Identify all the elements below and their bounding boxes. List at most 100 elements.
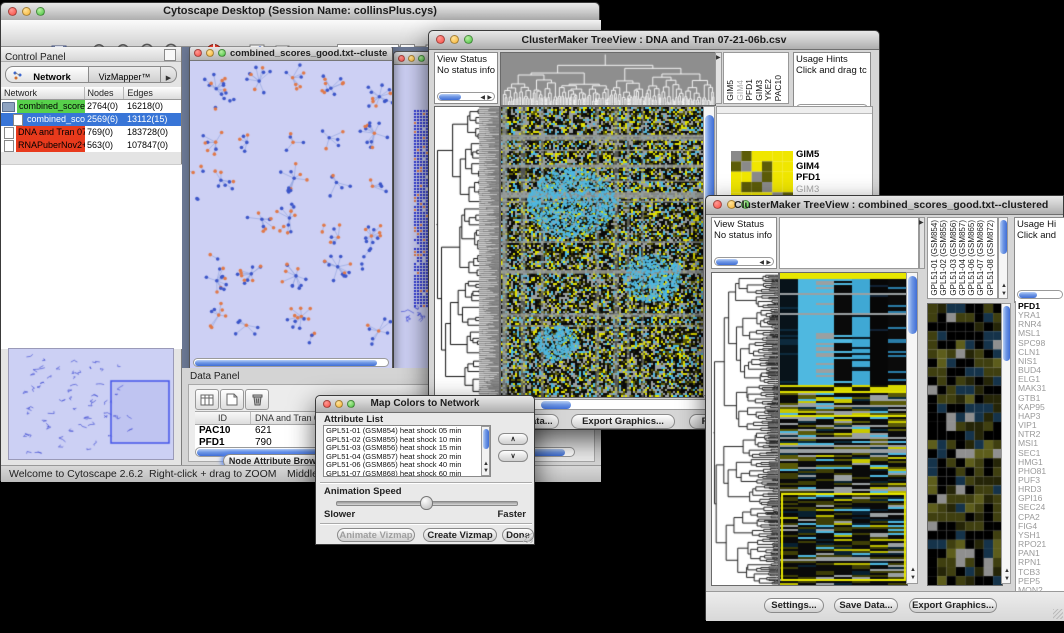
treeview2-splitter-strip[interactable]: ▶ xyxy=(919,217,925,269)
scroll-left-icon[interactable]: ◀ xyxy=(759,260,764,266)
treeview1-splitter-strip[interactable]: ▶ xyxy=(715,52,722,104)
create-vizmap-button[interactable]: Create Vizmap xyxy=(423,528,497,542)
treeview2-view-status: View Status No status info ◀ ▶ xyxy=(711,217,777,269)
usage-hints-info: Click and xyxy=(1015,229,1064,242)
scroll-down-icon[interactable]: ▼ xyxy=(483,468,489,474)
treeview2-bottom-bar: Settings... Save Data... Export Graphics… xyxy=(706,591,1064,621)
attribute-item[interactable]: GPL51-07 (GSM868) heat shock 60 min xyxy=(324,470,490,478)
scroll-thumb[interactable] xyxy=(908,276,917,334)
scroll-up-icon[interactable]: ▲ xyxy=(910,567,916,573)
treeview2-save-data-button[interactable]: Save Data... xyxy=(834,598,898,613)
treeview2-row-dendrogram[interactable] xyxy=(711,272,779,586)
attribute-listbox[interactable]: GPL51-01 (GSM854) heat shock 05 minGPL51… xyxy=(323,425,491,477)
move-down-button[interactable]: ∨ xyxy=(498,450,528,462)
dialog-titlebar[interactable]: Map Colors to Network xyxy=(316,396,534,413)
treeview2-column-labels: GPL51-01 (GSM854)GPL51-02 (GSM855) GPL51-… xyxy=(927,217,998,299)
tab-overflow-button[interactable]: ▶ xyxy=(161,66,177,83)
attribute-select-icon[interactable] xyxy=(195,389,219,410)
tab-vizmapper[interactable]: VizMapper™ xyxy=(89,66,161,83)
scroll-right-icon[interactable]: ▶ xyxy=(766,260,771,266)
tab-network[interactable]: Network xyxy=(5,66,89,83)
treeview1-row-dendrogram[interactable] xyxy=(434,106,500,398)
network-list-header[interactable]: Network Nodes Edges xyxy=(1,87,181,100)
treeview2-settings-button[interactable]: Settings... xyxy=(764,598,824,613)
close-icon[interactable] xyxy=(194,49,202,57)
animate-vizmap-button[interactable]: Animate Vizmap xyxy=(337,528,415,542)
treeview1-heatmap[interactable] xyxy=(500,106,704,398)
row-label: GIM4 xyxy=(796,161,826,173)
scroll-up-icon[interactable]: ▲ xyxy=(1001,283,1007,289)
network-list: Network Nodes Edges combined_scores 2764… xyxy=(1,87,181,152)
column-label: GPL51-01 (GSM854) xyxy=(930,220,939,296)
usage-hints-hscrollbar[interactable] xyxy=(1017,290,1063,299)
usage-hints-info: Click and drag tc xyxy=(794,64,870,77)
close-icon[interactable] xyxy=(713,200,722,209)
treeview2-column-labels-vscrollbar[interactable]: ▲ ▼ xyxy=(998,217,1008,299)
birdseye-view[interactable] xyxy=(8,348,174,460)
scroll-thumb[interactable] xyxy=(541,401,571,409)
delete-attribute-icon[interactable] xyxy=(245,389,269,410)
network-row[interactable]: DNA and Tran 07 769(0) 183728(0) xyxy=(1,126,181,139)
scroll-thumb[interactable] xyxy=(1000,220,1007,254)
treeview1-column-dendrogram[interactable] xyxy=(500,52,716,106)
view-status-info: No status info f xyxy=(435,64,497,77)
network-row[interactable]: RNAPuberNov2+ 563(0) 107847(0) xyxy=(1,139,181,152)
collapse-arrow-icon[interactable]: ▶ xyxy=(919,220,924,226)
treeview2-heatmap-vscrollbar[interactable]: ▲ ▼ xyxy=(906,272,918,584)
row-label: PFD1 xyxy=(796,172,826,184)
row-label: GIM3 xyxy=(796,184,826,196)
scroll-thumb[interactable] xyxy=(1003,306,1010,361)
slower-label: Slower xyxy=(324,509,355,520)
treeview2-zoom-heatmap[interactable] xyxy=(927,303,1003,586)
main-titlebar[interactable]: Cytoscape Desktop (Session Name: collins… xyxy=(1,3,599,21)
treeview2-zoom-vscrollbar[interactable]: ▲ ▼ xyxy=(1001,303,1011,584)
resize-grip[interactable] xyxy=(523,533,533,543)
close-icon[interactable] xyxy=(398,55,405,62)
treeview1-export-graphics-button[interactable]: Export Graphics... xyxy=(571,414,675,429)
minimize-icon[interactable] xyxy=(206,49,214,57)
float-panel-icon[interactable] xyxy=(164,49,176,61)
zoom-icon[interactable] xyxy=(218,49,226,57)
treeview2-export-graphics-button[interactable]: Export Graphics... xyxy=(909,598,997,613)
network-row[interactable]: combined_scores 2764(0) 16218(0) xyxy=(1,100,181,113)
network-window-1-hscrollbar[interactable] xyxy=(193,358,389,367)
minimize-icon[interactable] xyxy=(408,55,415,62)
resize-grip[interactable] xyxy=(1053,609,1063,619)
scroll-thumb[interactable] xyxy=(195,360,377,366)
slider-thumb[interactable] xyxy=(420,496,433,510)
scroll-thumb[interactable] xyxy=(716,259,738,265)
column-label: GPL51-02 (GSM855) xyxy=(939,220,948,296)
scroll-thumb[interactable] xyxy=(1019,292,1037,298)
tab-vizmapper-label: VizMapper™ xyxy=(99,72,151,82)
scroll-thumb[interactable] xyxy=(439,94,461,100)
column-label: GPL51-08 (GSM872) xyxy=(986,220,995,296)
treeview2-title: ClusterMaker TreeView : combined_scores_… xyxy=(734,199,1063,211)
scroll-thumb[interactable] xyxy=(483,429,489,449)
network-window-1-titlebar[interactable]: combined_scores_good.txt--cluste... xyxy=(190,47,392,61)
attribute-list-label: Attribute List xyxy=(324,414,383,425)
treeview2-titlebar[interactable]: ClusterMaker TreeView : combined_scores_… xyxy=(706,196,1063,215)
scroll-up-icon[interactable]: ▲ xyxy=(483,461,489,467)
view-status-hscrollbar[interactable]: ◀ ▶ xyxy=(437,92,495,101)
view-status-hscrollbar[interactable]: ◀ ▶ xyxy=(714,257,774,266)
scroll-up-icon[interactable]: ▲ xyxy=(1004,568,1010,574)
network-row[interactable]: combined_sco 2569(6) 13112(15) xyxy=(1,113,181,126)
scroll-down-icon[interactable]: ▼ xyxy=(910,575,916,581)
move-up-button[interactable]: ∧ xyxy=(498,433,528,445)
new-attribute-icon[interactable] xyxy=(220,389,244,410)
scroll-thumb[interactable] xyxy=(705,115,714,207)
scroll-right-icon[interactable]: ▶ xyxy=(487,95,492,101)
scroll-down-icon[interactable]: ▼ xyxy=(1004,576,1010,582)
scroll-left-icon[interactable]: ◀ xyxy=(480,95,485,101)
scroll-down-icon[interactable]: ▼ xyxy=(1001,291,1007,297)
treeview1-titlebar[interactable]: ClusterMaker TreeView : DNA and Tran 07-… xyxy=(429,31,879,50)
collapse-arrow-icon[interactable]: ▶ xyxy=(716,55,721,61)
zoom-icon[interactable] xyxy=(418,55,425,62)
attribute-list-vscrollbar[interactable]: ▲ ▼ xyxy=(481,426,490,476)
treeview2-heatmap[interactable] xyxy=(779,272,908,586)
treeview2-column-dendrogram[interactable] xyxy=(779,217,919,269)
document-icon xyxy=(4,140,14,152)
network-view-1-canvas[interactable] xyxy=(190,61,392,351)
animation-speed-slider[interactable] xyxy=(336,495,516,509)
column-label: GPL51-04 (GSM857) xyxy=(958,220,967,296)
